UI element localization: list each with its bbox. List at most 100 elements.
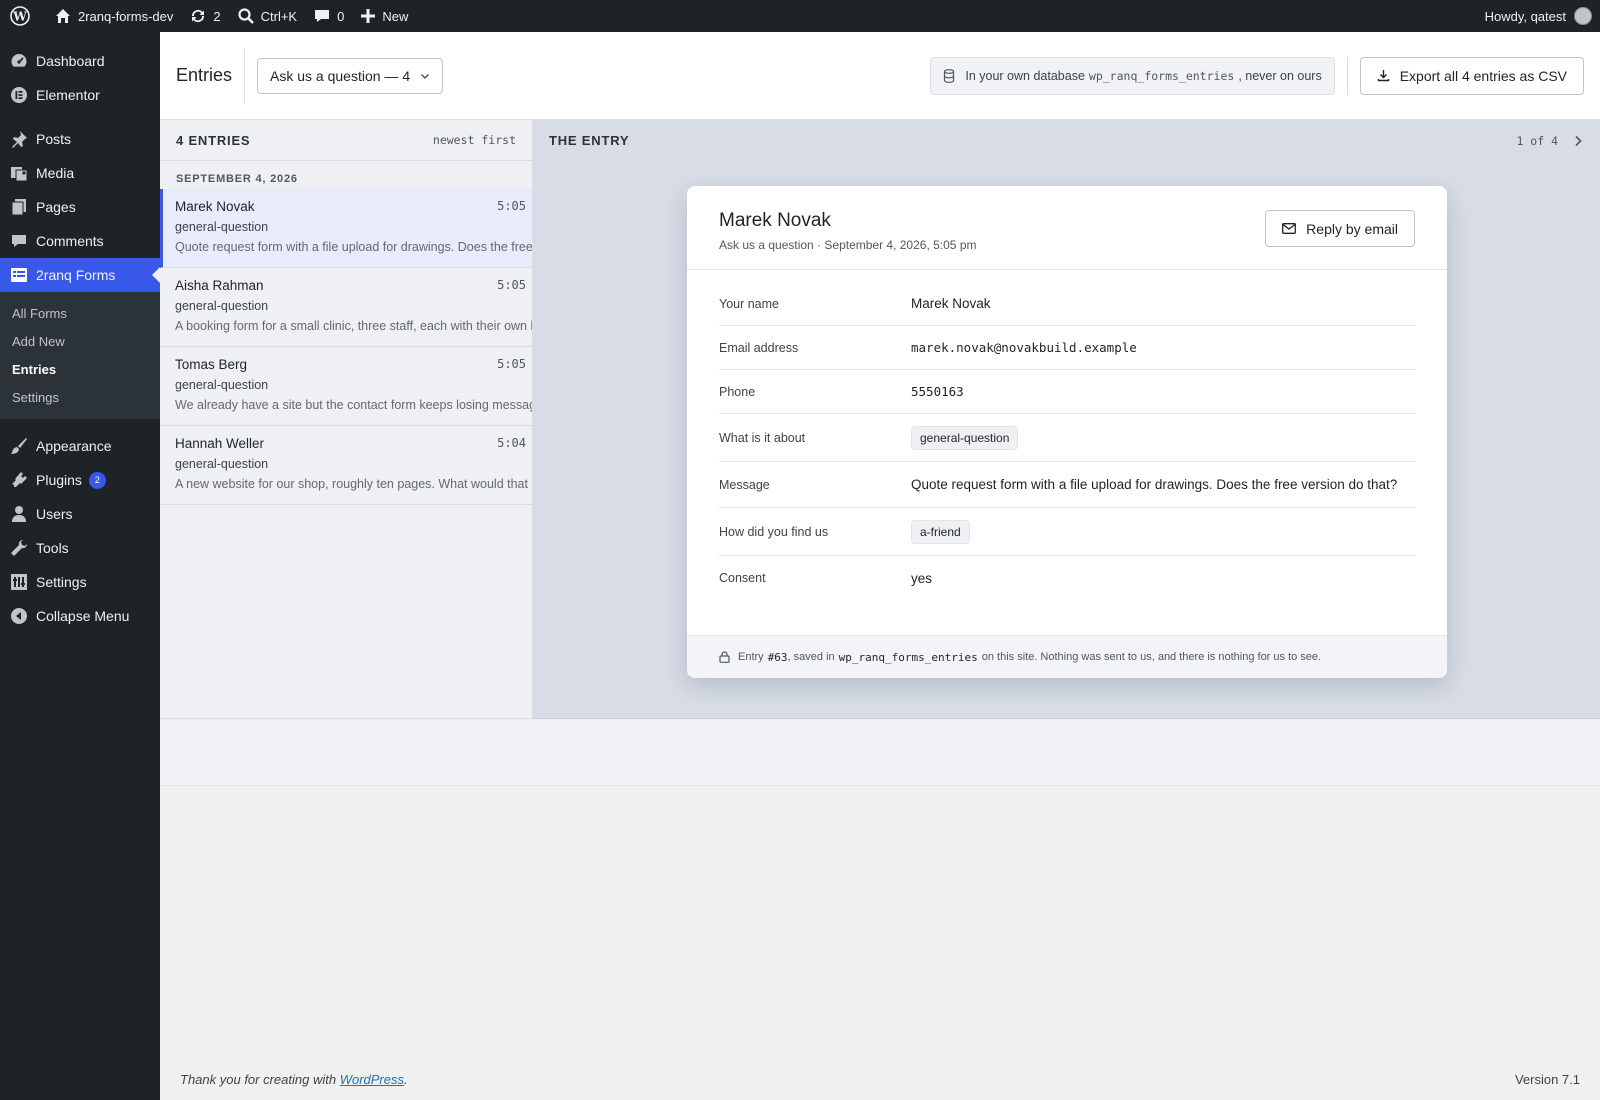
lock-icon <box>719 651 730 663</box>
export-csv-button[interactable]: Export all 4 entries as CSV <box>1359 56 1584 95</box>
plugins-update-badge: 2 <box>88 471 106 489</box>
mail-icon <box>1282 223 1297 234</box>
divider <box>1346 56 1348 95</box>
form-select[interactable]: Ask us a question — 4 <box>257 57 444 94</box>
sort-order-toggle[interactable]: newest first <box>433 133 516 147</box>
entry-preview: A new website for our shop, roughly ten … <box>175 477 532 491</box>
menu-item-collapse[interactable]: Collapse Menu <box>0 599 160 633</box>
footer-saved: , saved in <box>787 651 835 663</box>
entry-card: Marek Novak Ask us a question · Septembe… <box>687 186 1447 678</box>
reply-by-email-button[interactable]: Reply by email <box>1265 210 1415 247</box>
download-icon <box>1377 70 1389 82</box>
wordpress-link[interactable]: WordPress <box>340 1072 404 1087</box>
forms-icon <box>9 265 29 285</box>
list-item[interactable]: Aisha Rahman 5:05 general-question A book… <box>160 268 532 347</box>
menu-item-plugins[interactable]: Plugins 2 <box>0 463 160 497</box>
field-label: Email address <box>719 340 799 355</box>
pin-icon <box>9 129 29 149</box>
entry-footer-note: Entry #63 , saved in wp_ranq_forms_entri… <box>687 635 1447 678</box>
admin-bar: W 2ranq-forms-dev 2 Ctrl+K 0 New Howdy, … <box>0 0 1600 32</box>
entry-name: Marek Novak <box>175 199 255 214</box>
submenu-entries[interactable]: Entries <box>0 355 160 383</box>
menu-item-2ranq-forms[interactable]: 2ranq Forms <box>0 258 160 292</box>
entry-fields: Your name Marek Novak Email address mare… <box>687 270 1447 600</box>
detail-heading: THE ENTRY <box>549 133 630 148</box>
footer-thanks: Thank you for creating with WordPress. <box>180 1072 408 1087</box>
site-name: 2ranq-forms-dev <box>78 8 174 24</box>
menu-label: Settings <box>36 574 87 590</box>
wordpress-logo-icon[interactable]: W <box>0 0 46 32</box>
field-label: Your name <box>719 296 779 311</box>
entry-name: Hannah Weller <box>175 436 265 451</box>
entry-name: Aisha Rahman <box>175 278 264 293</box>
field-label: Consent <box>719 571 766 585</box>
database-note: In your own database wp_ranq_forms_entri… <box>930 56 1335 95</box>
field-value: yes <box>911 570 933 586</box>
field-label: What is it about <box>719 430 806 445</box>
menu-item-comments[interactable]: Comments <box>0 224 160 258</box>
submenu-add-new[interactable]: Add New <box>0 327 160 355</box>
list-item[interactable]: Marek Novak 5:05 general-question Quote r… <box>160 189 532 268</box>
page-title: Entries <box>160 47 246 104</box>
admin-sidebar: Dashboard Elementor Posts Media Pages Co… <box>0 32 160 1100</box>
comments-count: 0 <box>337 8 345 24</box>
menu-item-tools[interactable]: Tools <box>0 531 160 565</box>
field-row: What is it about general-question <box>719 414 1415 462</box>
avatar[interactable] <box>1574 7 1592 25</box>
updates-link[interactable]: 2 <box>181 0 228 32</box>
field-label: Phone <box>719 384 756 399</box>
forms-submenu: All Forms Add New Entries Settings <box>0 292 160 419</box>
entries-count: 4 ENTRIES <box>176 132 251 148</box>
menu-item-elementor[interactable]: Elementor <box>0 78 160 112</box>
reply-label: Reply by email <box>1306 220 1398 237</box>
entry-preview: Quote request form with a file upload fo… <box>175 240 532 254</box>
comments-link[interactable]: 0 <box>305 0 352 32</box>
entry-preview: A booking form for a small clinic, three… <box>175 319 532 333</box>
menu-label: Posts <box>36 131 72 147</box>
entry-tag: general-question <box>175 378 269 392</box>
menu-item-settings[interactable]: Settings <box>0 565 160 599</box>
menu-item-dashboard[interactable]: Dashboard <box>0 44 160 78</box>
search-link[interactable]: Ctrl+K <box>229 0 305 32</box>
field-row: How did you find us a-friend <box>719 508 1415 556</box>
new-label: New <box>382 8 409 24</box>
new-content-link[interactable]: New <box>352 0 416 32</box>
field-value-chip: a-friend <box>911 519 970 544</box>
menu-label: Comments <box>36 233 104 249</box>
field-row: Phone 5550163 <box>719 370 1415 414</box>
submenu-all-forms[interactable]: All Forms <box>0 299 160 327</box>
chevron-right-icon[interactable] <box>1572 135 1584 147</box>
export-label: Export all 4 entries as CSV <box>1399 67 1567 84</box>
version-text: Version 7.1 <box>1514 1072 1580 1087</box>
site-name-link[interactable]: 2ranq-forms-dev <box>46 0 181 32</box>
entry-tag: general-question <box>175 220 269 234</box>
list-item[interactable]: Tomas Berg 5:05 general-question We alrea… <box>160 347 532 426</box>
dashboard-icon <box>9 51 29 71</box>
howdy-account-link[interactable]: Howdy, qatest <box>1485 0 1566 32</box>
menu-item-posts[interactable]: Posts <box>0 122 160 156</box>
field-label: How did you find us <box>719 524 829 539</box>
menu-item-pages[interactable]: Pages <box>0 190 160 224</box>
menu-label: Elementor <box>36 87 100 103</box>
submenu-settings[interactable]: Settings <box>0 383 160 411</box>
list-item[interactable]: Hannah Weller 5:04 general-question A new… <box>160 426 532 505</box>
field-row: Consent yes <box>719 556 1415 600</box>
database-table-name: wp_ranq_forms_entries <box>1088 68 1235 83</box>
search-shortcut: Ctrl+K <box>260 8 298 24</box>
comment-icon <box>315 10 330 22</box>
menu-label: Appearance <box>36 438 112 454</box>
menu-item-users[interactable]: Users <box>0 497 160 531</box>
updates-count: 2 <box>213 8 221 24</box>
database-note-prefix: In your own database <box>965 68 1085 83</box>
field-value-email[interactable]: marek.novak@novakbuild.example <box>911 340 1137 355</box>
menu-label: Users <box>36 506 73 522</box>
brush-icon <box>9 436 29 456</box>
field-row: Email address marek.novak@novakbuild.exa… <box>719 326 1415 370</box>
entry-tag: general-question <box>175 457 269 471</box>
menu-item-appearance[interactable]: Appearance <box>0 429 160 463</box>
menu-item-media[interactable]: Media <box>0 156 160 190</box>
chevron-down-icon <box>421 73 430 79</box>
menu-label: Pages <box>36 199 76 215</box>
elementor-icon <box>9 85 29 105</box>
field-value-phone: 5550163 <box>911 384 964 399</box>
